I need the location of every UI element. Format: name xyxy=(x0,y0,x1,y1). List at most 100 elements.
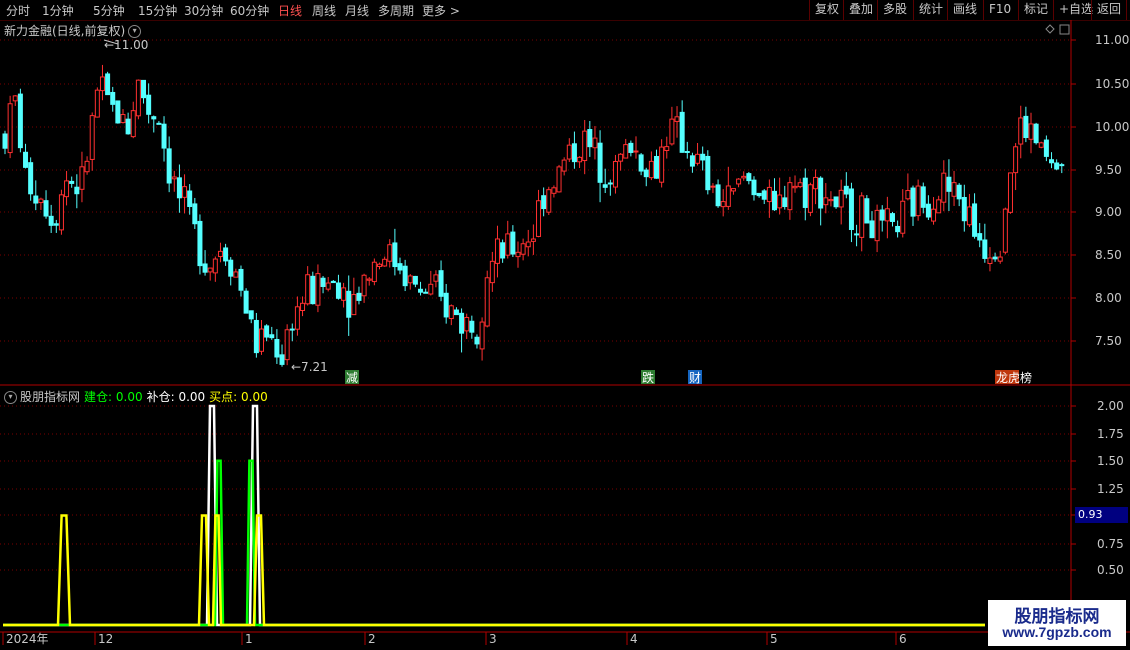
high-marker-label: ←11.00 xyxy=(104,38,148,52)
candle-body xyxy=(1038,142,1044,148)
candle-body xyxy=(43,200,49,217)
candle-body xyxy=(977,233,983,241)
event-tag-text: 减 xyxy=(346,371,358,385)
candle-body xyxy=(982,239,988,259)
candle-body xyxy=(997,256,1003,262)
candle-body xyxy=(289,328,295,331)
candle-body xyxy=(936,199,942,214)
candle-body xyxy=(330,280,336,284)
candle-body xyxy=(582,130,588,162)
candle-body xyxy=(715,184,721,207)
candle-body xyxy=(438,270,444,297)
indicator-tick-label: 0.75 xyxy=(1097,537,1124,551)
candle-body xyxy=(325,282,331,290)
candle-body xyxy=(1054,162,1060,170)
candle-body xyxy=(587,129,593,148)
candle-body xyxy=(64,180,70,198)
candle-body xyxy=(792,185,798,189)
candle-body xyxy=(618,153,624,162)
candle-body xyxy=(223,247,229,262)
candle-body xyxy=(212,258,218,274)
candle-body xyxy=(1007,172,1013,213)
candle-body xyxy=(1013,146,1019,174)
candle-body xyxy=(720,201,726,208)
chevron-down-icon[interactable]: ▾ xyxy=(128,25,142,38)
candle-body xyxy=(643,169,649,178)
candle-body xyxy=(833,196,839,208)
candle-body xyxy=(674,116,680,122)
candle-body xyxy=(79,166,85,190)
candle-body xyxy=(89,115,95,160)
time-axis-label: 6 xyxy=(899,632,907,646)
candle-body xyxy=(571,143,577,163)
candle-body xyxy=(797,182,803,188)
candle-body xyxy=(746,173,752,182)
candle-body xyxy=(341,287,347,301)
current-value-badge: 0.93 xyxy=(1075,507,1128,523)
candle-body xyxy=(305,274,311,305)
candle-body xyxy=(1049,159,1055,164)
candle-body xyxy=(192,203,198,225)
candle-body xyxy=(382,258,388,267)
candle-body xyxy=(489,260,495,284)
candle-body xyxy=(730,188,736,192)
candle-body xyxy=(459,312,465,334)
candle-body xyxy=(1023,115,1029,139)
candle-body xyxy=(966,206,972,226)
candle-body xyxy=(961,196,967,222)
indicator-title: ▾ 股朋指标网 建仓: 0.00 补仓: 0.00 买点: 0.00 xyxy=(4,388,272,405)
maidian-value: 买点: 0.00 xyxy=(209,390,268,404)
candle-body xyxy=(505,233,511,256)
candle-body xyxy=(756,192,762,197)
candle-body xyxy=(474,336,480,345)
candle-body xyxy=(741,175,747,179)
candle-body xyxy=(659,146,665,183)
candle-body xyxy=(874,209,880,242)
candle-body xyxy=(541,195,547,210)
stock-title-text: 新力金融(日线,前复权) xyxy=(4,24,126,38)
event-tag-text: 财 xyxy=(689,371,701,385)
candle-body xyxy=(612,161,618,188)
candle-body xyxy=(320,277,326,287)
event-tag[interactable]: 财 xyxy=(688,370,702,385)
candle-body xyxy=(1018,117,1024,145)
candle-body xyxy=(12,95,18,102)
candle-body xyxy=(7,103,13,154)
candle-body xyxy=(869,220,875,239)
candle-body xyxy=(130,110,136,138)
candle-body xyxy=(864,198,870,224)
candle-body xyxy=(120,114,126,124)
candle-body xyxy=(956,184,962,200)
candle-body xyxy=(823,197,829,206)
candle-body xyxy=(115,100,121,124)
candle-body xyxy=(987,257,993,264)
event-tag[interactable]: 跌 xyxy=(641,370,655,385)
candle-body xyxy=(366,278,372,281)
candle-body xyxy=(556,166,562,193)
candle-body xyxy=(135,79,141,117)
candle-body xyxy=(951,182,957,197)
kline-chart[interactable]: 11.0010.5010.009.509.008.508.007.502.001… xyxy=(0,0,1130,650)
candle-body xyxy=(710,185,716,188)
event-tag-text: 龙虎榜 xyxy=(996,370,1032,385)
candle-body xyxy=(33,195,39,204)
chevron-down-icon[interactable]: ▾ xyxy=(4,391,17,404)
candle-body xyxy=(736,178,742,185)
candle-body xyxy=(782,197,788,208)
candle-body xyxy=(920,186,926,208)
candle-body xyxy=(725,185,731,207)
candle-body xyxy=(423,291,429,294)
candle-body xyxy=(1043,139,1049,157)
candle-body xyxy=(2,133,8,149)
event-tag[interactable]: 龙虎榜 xyxy=(995,370,1032,385)
candle-body xyxy=(38,198,44,204)
candle-body xyxy=(695,153,701,164)
candle-body xyxy=(94,89,100,118)
candle-body xyxy=(248,310,254,320)
price-tick-label: 9.00 xyxy=(1095,205,1122,219)
event-tag[interactable]: 减 xyxy=(345,370,359,385)
indicator-tick-label: 1.75 xyxy=(1097,427,1124,441)
candle-body xyxy=(946,176,952,192)
watermark-url: www.7gpzb.com xyxy=(1002,624,1112,640)
candle-body xyxy=(592,137,598,149)
